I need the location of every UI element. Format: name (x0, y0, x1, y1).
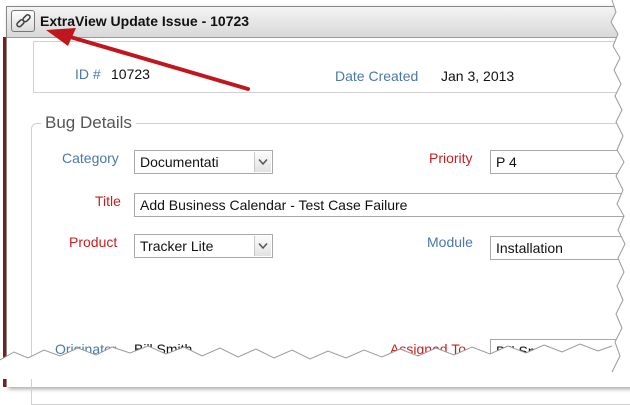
arrow-shaft (58, 32, 250, 91)
annotation-arrow (46, 28, 250, 91)
arrow-head (46, 28, 76, 46)
